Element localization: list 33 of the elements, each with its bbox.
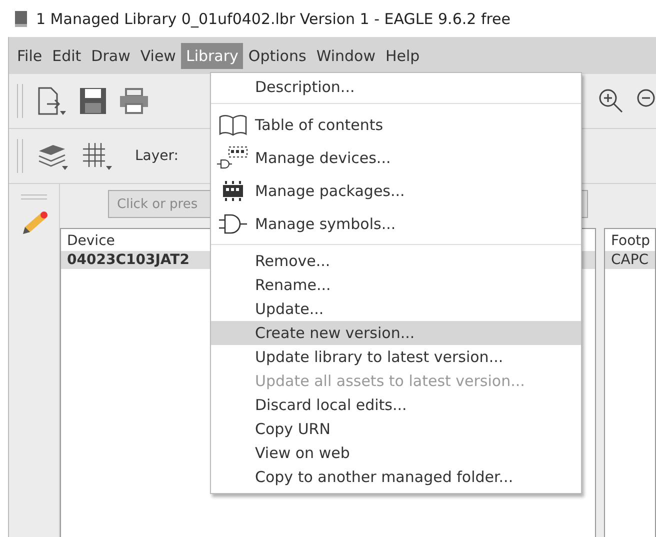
menu-item[interactable]: Discard local edits... bbox=[211, 393, 581, 417]
menu-item[interactable]: Create new version... bbox=[211, 321, 581, 345]
menu-item[interactable]: Options bbox=[243, 42, 312, 68]
menu-item[interactable]: Update library to latest version... bbox=[211, 345, 581, 369]
menu-item[interactable]: Manage packages... bbox=[211, 174, 581, 207]
column-header: Device bbox=[66, 232, 116, 251]
menu-item[interactable]: File bbox=[12, 42, 48, 68]
grid-icon[interactable] bbox=[81, 141, 113, 171]
menu-item[interactable]: Manage devices... bbox=[211, 141, 581, 174]
menu-item[interactable]: Manage symbols... bbox=[211, 207, 581, 240]
window-title: 1 Managed Library 0_01uf0402.lbr Version 1 - EAGLE 9.6.2 free bbox=[36, 10, 511, 28]
column-header: Footp bbox=[610, 232, 652, 251]
menu-item[interactable]: Copy to another managed folder... bbox=[211, 465, 581, 489]
and-gate-icon bbox=[217, 212, 249, 236]
save-icon[interactable] bbox=[79, 87, 107, 115]
menu-item[interactable]: Update... bbox=[211, 297, 581, 321]
print-icon[interactable] bbox=[119, 88, 149, 114]
menu-item[interactable]: Table of contents bbox=[211, 108, 581, 141]
device-icon bbox=[216, 144, 250, 170]
grip-icon bbox=[21, 194, 47, 200]
menu-item[interactable]: View bbox=[135, 42, 181, 68]
menu-item[interactable]: Window bbox=[311, 42, 380, 68]
menu-item[interactable]: Rename... bbox=[211, 273, 581, 297]
menu-item[interactable]: Help bbox=[380, 42, 425, 68]
menu-item[interactable]: Copy URN bbox=[211, 417, 581, 441]
menu-item[interactable]: Draw bbox=[86, 42, 136, 68]
menu-item[interactable]: View on web bbox=[211, 441, 581, 465]
menu-item[interactable]: Description... bbox=[211, 75, 581, 99]
menu-item[interactable]: Remove... bbox=[211, 249, 581, 273]
layer-label: Layer: bbox=[135, 148, 179, 164]
menu-item[interactable]: Edit bbox=[47, 42, 86, 68]
list-row[interactable]: CAPC bbox=[605, 251, 655, 269]
zoom-in-icon[interactable] bbox=[598, 88, 624, 114]
